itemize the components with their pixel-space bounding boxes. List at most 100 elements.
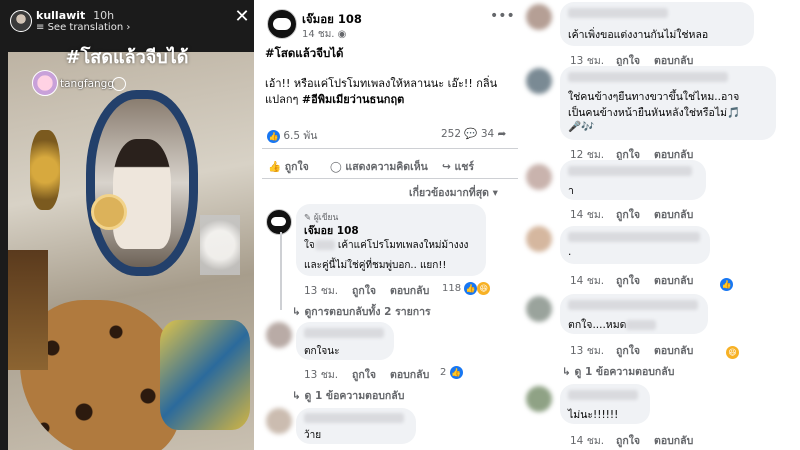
commenter-avatar[interactable]	[526, 4, 552, 30]
post-hashtag[interactable]: #โสดแล้วจีบได้	[265, 45, 344, 63]
redacted-text	[626, 320, 657, 330]
pearl-decoration	[91, 194, 127, 230]
reply-time[interactable]: 13 ชม.	[304, 282, 338, 299]
redacted-name	[568, 232, 700, 242]
comment-text-line1: ใช่คนข้างๆยืนทางขวาขึ้นใช่ไหม..อาจ	[568, 91, 740, 103]
caret-down-icon: ▾	[488, 187, 498, 199]
redacted-name	[304, 328, 384, 338]
comment-text: ตกใจ....หมด	[568, 319, 627, 331]
story-time: 10h	[93, 9, 115, 22]
comment-reactions[interactable]: 😆	[726, 340, 739, 359]
redacted-name	[568, 390, 638, 400]
comment-time[interactable]: 13 ชม.	[304, 366, 338, 383]
comment-like-link[interactable]: ถูกใจ	[616, 206, 640, 223]
view-replies-label: ดู 1 ข้อความตอบกลับ	[304, 390, 405, 402]
comment-time[interactable]: 13 ชม.	[570, 342, 604, 359]
story-avatar[interactable]	[10, 10, 32, 32]
comment-reactions[interactable]: 👍	[720, 272, 733, 291]
commenter-avatar[interactable]	[266, 408, 292, 434]
commenter-avatar[interactable]	[526, 226, 552, 252]
mention-tag[interactable]: tangfangg	[60, 78, 114, 90]
comment-time[interactable]: 14 ชม.	[570, 206, 604, 223]
comment-button[interactable]: ◯ แสดงความคิดเห็น	[330, 158, 428, 175]
close-icon[interactable]: ✕	[233, 8, 251, 26]
comment-bubble-icon: ◯	[330, 161, 346, 173]
more-options-icon[interactable]: •••	[490, 8, 515, 24]
comment-text: .	[568, 246, 572, 258]
comment-bubble: ไม่นะ!!!!!!	[560, 384, 650, 424]
comment-text-line2: เป็นคนข้างหน้ายืนหันหลังใช่หรือไม่🎵	[568, 107, 741, 119]
comment-reply-link[interactable]: ตอบกลับ	[654, 432, 693, 449]
page-avatar[interactable]	[267, 9, 297, 39]
redacted-name	[568, 72, 728, 82]
comment-like-link[interactable]: ถูกใจ	[616, 432, 640, 449]
reply-reply-link[interactable]: ตอบกลับ	[390, 282, 429, 299]
facebook-post: เจ๊มอย 108 14 ชม. ◉ ••• #โสดแล้วจีบได้ เ…	[262, 0, 518, 450]
see-translation-button[interactable]: ≡ See translation ›	[36, 22, 130, 33]
translate-icon: ≡	[36, 22, 48, 33]
reply-like-link[interactable]: ถูกใจ	[352, 282, 376, 299]
comment-bubble: .	[560, 226, 710, 264]
globe-icon: ◉	[337, 29, 347, 40]
comment-text: ตกใจนะ	[304, 346, 340, 357]
comment-bubble: า	[560, 160, 706, 200]
view-replies-link[interactable]: ↳ ดู 1 ข้อความตอบกลับ	[562, 363, 674, 380]
haha-reaction-icon: 😆	[477, 282, 491, 295]
colorful-fabric	[160, 320, 250, 430]
share-label: แชร์	[454, 161, 475, 173]
comment-text: ว้าย	[304, 430, 322, 441]
reply-arrow-icon: ↳	[292, 390, 305, 402]
reply-author[interactable]: เจ๊มอย 108	[304, 222, 359, 239]
comment-reply-link[interactable]: ตอบกลับ	[390, 366, 429, 383]
instagram-icon	[112, 77, 126, 91]
commenter-avatar[interactable]	[526, 68, 552, 94]
comment-reply-link[interactable]: ตอบกลับ	[654, 206, 693, 223]
comment-like-link[interactable]: ถูกใจ	[352, 366, 376, 383]
wavy-mirror	[86, 90, 198, 276]
reaction-summary[interactable]: 👍 6.5 พัน	[267, 127, 317, 144]
share-arrow-icon: ↪	[442, 161, 455, 173]
reply-reactions[interactable]: 118 👍 😆	[442, 282, 491, 295]
comment-bubble: เค้าเพิ่งขอแต่งงานกันไม่ใช่หลอ	[560, 2, 754, 46]
instagram-story: kullawit 10h ≡ See translation › ✕ #โสดแ…	[0, 0, 254, 450]
post-text-line2: แปลกๆ	[265, 93, 302, 106]
comment-time[interactable]: 14 ชม.	[570, 432, 604, 449]
author-reply-bubble: ✎ ผู้เขียน เจ๊มอย 108 ใจ เค้าแค่โปรโมทเพ…	[296, 204, 486, 276]
view-replies-link[interactable]: ↳ ดู 1 ข้อความตอบกลับ	[292, 387, 404, 404]
comment-reactions[interactable]: 2 👍	[440, 366, 463, 379]
comment-like-link[interactable]: ถูกใจ	[616, 272, 640, 289]
thumb-up-icon: 👍	[268, 161, 285, 173]
commenter-avatar[interactable]	[526, 164, 552, 190]
story-hashtag-sticker[interactable]: #โสดแล้วจีบได้	[0, 42, 254, 71]
like-button[interactable]: 👍 ถูกใจ	[268, 158, 309, 175]
comment-stats[interactable]: 252 💬 34 ➦	[441, 127, 506, 140]
post-time[interactable]: 14 ชม.	[302, 29, 334, 40]
commenter-avatar[interactable]	[526, 386, 552, 412]
commenter-avatar[interactable]	[526, 296, 552, 322]
share-button[interactable]: ↪ แชร์	[442, 158, 474, 175]
comment-text-line3: 🎤🎶	[568, 121, 595, 133]
author-reply-avatar[interactable]	[266, 209, 292, 235]
haha-reaction-icon: 😆	[726, 346, 739, 359]
view-replies-link[interactable]: ↳ ดูการตอบกลับทั้ง 2 รายการ	[292, 303, 431, 320]
comment-like-link[interactable]: ถูกใจ	[616, 342, 640, 359]
comment-reply-link[interactable]: ตอบกลับ	[654, 342, 693, 359]
commenter-avatar[interactable]	[266, 322, 292, 348]
post-hashtag-2[interactable]: #อีพิมเมียว่านธนกฤต	[302, 93, 404, 106]
comment-label: แสดงความคิดเห็น	[345, 161, 428, 173]
mention-avatar[interactable]	[32, 70, 58, 96]
story-username[interactable]: kullawit	[36, 9, 85, 22]
comment-count: 252	[441, 128, 462, 140]
comment-reply-link[interactable]: ตอบกลับ	[654, 272, 693, 289]
redacted-name	[314, 240, 335, 250]
comment-text: ไม่นะ!!!!!!	[568, 409, 619, 421]
comment-bubble: ตกใจ....หมด	[560, 294, 708, 334]
comment-bubble: ว้าย	[296, 408, 416, 444]
sort-comments-dropdown[interactable]: เกี่ยวข้องมากที่สุด ▾	[409, 184, 498, 201]
share-icon: ➦	[497, 128, 507, 140]
like-reaction-icon: 👍	[267, 130, 280, 143]
divider	[262, 178, 518, 179]
comment-text: เค้าเพิ่งขอแต่งงานกันไม่ใช่หลอ	[568, 29, 709, 41]
comment-time[interactable]: 14 ชม.	[570, 272, 604, 289]
view-replies-label: ดูการตอบกลับทั้ง 2 รายการ	[304, 306, 431, 318]
